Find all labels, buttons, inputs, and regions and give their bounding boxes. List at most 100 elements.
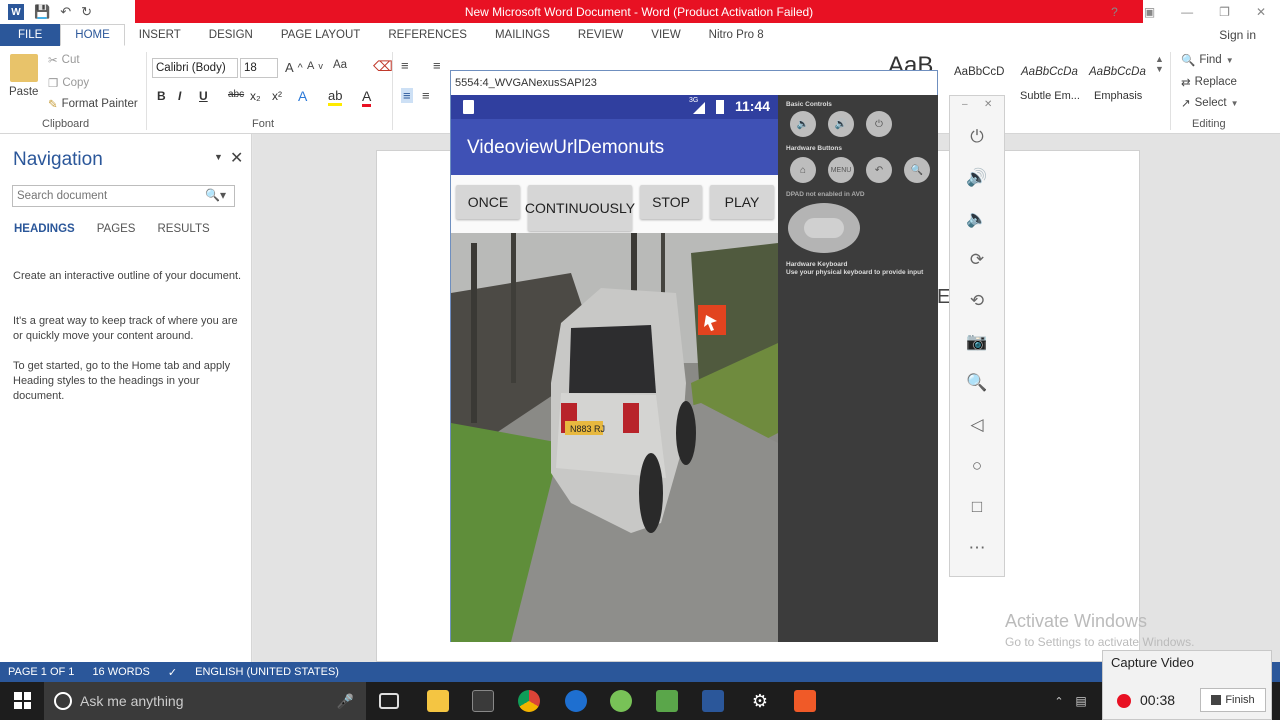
file-explorer-icon[interactable] bbox=[427, 690, 449, 712]
store-icon[interactable] bbox=[472, 690, 494, 712]
tab-design[interactable]: DESIGN bbox=[195, 24, 267, 46]
minimize-icon[interactable]: – bbox=[962, 99, 968, 110]
font-size-select[interactable]: 18 bbox=[240, 58, 278, 78]
android-studio-icon[interactable] bbox=[610, 690, 632, 712]
tab-home[interactable]: HOME bbox=[60, 24, 125, 46]
chrome-icon[interactable] bbox=[518, 690, 540, 712]
close-icon[interactable]: ✕ bbox=[1256, 5, 1266, 19]
close-icon[interactable]: ✕ bbox=[230, 148, 243, 168]
underline-button[interactable]: U bbox=[199, 89, 208, 103]
tab-file[interactable]: FILE bbox=[0, 24, 61, 46]
tab-headings[interactable]: HEADINGS bbox=[14, 223, 75, 235]
continuously-button[interactable]: CONTINUOUSLY bbox=[525, 185, 635, 231]
search-icon[interactable]: 🔍▾ bbox=[205, 188, 226, 202]
tab-insert[interactable]: INSERT bbox=[125, 24, 195, 46]
menu-button[interactable]: MENU bbox=[828, 157, 854, 183]
strikethrough-button[interactable]: abc bbox=[228, 89, 244, 100]
volume-down-icon[interactable]: 🔈 bbox=[790, 111, 816, 137]
copy-button[interactable]: ❐ Copy bbox=[48, 76, 89, 90]
clear-format-icon[interactable]: ⌫ bbox=[373, 58, 393, 75]
tab-nitro[interactable]: Nitro Pro 8 bbox=[695, 24, 778, 46]
volume-up-icon[interactable]: 🔊 bbox=[964, 165, 990, 191]
italic-button[interactable]: I bbox=[178, 89, 181, 103]
proofing-icon[interactable]: ✓ bbox=[168, 666, 177, 679]
cortana-search[interactable]: Ask me anything 🎤 bbox=[44, 682, 366, 720]
highlight-icon[interactable]: ab bbox=[328, 88, 343, 106]
video-view[interactable]: N883 RJ bbox=[451, 233, 778, 642]
font-name-select[interactable]: Calibri (Body) bbox=[152, 58, 238, 78]
undo-icon[interactable]: ↶ bbox=[60, 4, 71, 20]
word-taskbar-icon[interactable] bbox=[702, 690, 724, 712]
format-painter-button[interactable]: ✎ Format Painter bbox=[48, 97, 138, 111]
task-view-icon[interactable] bbox=[379, 693, 399, 709]
stop-button[interactable]: STOP bbox=[640, 185, 702, 219]
change-case-button[interactable]: Aa bbox=[333, 59, 347, 71]
redo-icon[interactable]: ↻ bbox=[81, 4, 92, 20]
power-icon[interactable]: ⏻ bbox=[866, 111, 892, 137]
select-button[interactable]: ↗ Select ▼ bbox=[1181, 96, 1239, 110]
search-input[interactable] bbox=[12, 185, 235, 207]
cut-button[interactable]: ✂ Cut bbox=[48, 53, 80, 67]
recorder-icon[interactable] bbox=[794, 690, 816, 712]
settings-icon[interactable]: ⚙ bbox=[749, 690, 771, 712]
chevron-down-icon[interactable]: ▼ bbox=[214, 152, 223, 162]
ribbon-display-icon[interactable]: ▣ bbox=[1144, 5, 1155, 19]
more-icon[interactable]: ⋯ bbox=[964, 535, 990, 561]
bold-button[interactable]: B bbox=[157, 89, 166, 103]
edge-icon[interactable] bbox=[565, 690, 587, 712]
play-button[interactable]: PLAY bbox=[710, 185, 774, 219]
bullets-icon[interactable]: ≡ bbox=[401, 58, 409, 73]
rotate-left-icon[interactable]: ⟳ bbox=[964, 247, 990, 273]
paste-icon[interactable] bbox=[10, 54, 38, 82]
paste-button[interactable]: Paste bbox=[9, 86, 38, 98]
tab-results[interactable]: RESULTS bbox=[157, 223, 209, 235]
tab-review[interactable]: REVIEW bbox=[564, 24, 637, 46]
style-preview-emphasis[interactable]: AaBbCcDa bbox=[1089, 66, 1146, 78]
align-center-icon[interactable]: ≡ bbox=[422, 88, 430, 103]
save-icon[interactable]: 💾 bbox=[34, 4, 50, 20]
windows-start-icon[interactable] bbox=[14, 692, 31, 709]
power-icon[interactable]: ⏻ bbox=[964, 124, 990, 150]
finish-button[interactable]: Finish bbox=[1200, 688, 1266, 712]
replace-button[interactable]: ⇄ Replace bbox=[1181, 75, 1237, 89]
tab-page-layout[interactable]: PAGE LAYOUT bbox=[267, 24, 374, 46]
back-icon[interactable]: ◁ bbox=[964, 412, 990, 438]
volume-down-icon[interactable]: 🔈 bbox=[964, 206, 990, 232]
tab-pages[interactable]: PAGES bbox=[97, 223, 136, 235]
superscript-button[interactable]: x² bbox=[272, 89, 282, 103]
home-icon[interactable]: ○ bbox=[964, 453, 990, 479]
close-icon[interactable]: ✕ bbox=[984, 99, 992, 110]
sign-in-link[interactable]: Sign in bbox=[1219, 24, 1256, 46]
find-button[interactable]: 🔍 Find ▼ bbox=[1181, 53, 1234, 67]
style-preview-subtle-emphasis[interactable]: AaBbCcDa bbox=[1021, 66, 1078, 78]
styles-more-icon[interactable]: ▲ ▼ bbox=[1155, 54, 1164, 74]
minimize-icon[interactable]: — bbox=[1181, 5, 1193, 19]
volume-up-icon[interactable]: 🔊 bbox=[828, 111, 854, 137]
once-button[interactable]: ONCE bbox=[456, 185, 520, 219]
restore-icon[interactable]: ❐ bbox=[1219, 5, 1230, 19]
grow-font-icon[interactable]: A ^ bbox=[285, 60, 303, 75]
search-icon[interactable]: 🔍 bbox=[904, 157, 930, 183]
subscript-button[interactable]: x₂ bbox=[250, 89, 261, 103]
tab-view[interactable]: VIEW bbox=[637, 24, 694, 46]
numbering-icon[interactable]: ≡ bbox=[433, 58, 441, 73]
tab-mailings[interactable]: MAILINGS bbox=[481, 24, 564, 46]
rotate-right-icon[interactable]: ⟲ bbox=[964, 288, 990, 314]
network-icon[interactable]: ▤ bbox=[1070, 690, 1092, 712]
style-preview-subtitle[interactable]: AaBbCcD bbox=[954, 66, 1005, 78]
help-icon[interactable]: ? bbox=[1111, 5, 1118, 19]
microphone-icon[interactable]: 🎤 bbox=[337, 693, 354, 710]
text-effects-icon[interactable]: A bbox=[298, 88, 307, 104]
page-count[interactable]: PAGE 1 OF 1 bbox=[8, 666, 74, 678]
chevron-up-icon[interactable]: ⌃ bbox=[1048, 690, 1070, 712]
font-color-icon[interactable]: A bbox=[362, 88, 372, 107]
camera-icon[interactable]: 📷 bbox=[964, 329, 990, 355]
tab-references[interactable]: REFERENCES bbox=[374, 24, 481, 46]
back-icon[interactable]: ↶ bbox=[866, 157, 892, 183]
language-indicator[interactable]: ENGLISH (UNITED STATES) bbox=[195, 666, 339, 678]
home-icon[interactable]: ⌂ bbox=[790, 157, 816, 183]
emulator-icon[interactable] bbox=[656, 690, 678, 712]
word-count[interactable]: 16 WORDS bbox=[92, 666, 149, 678]
zoom-icon[interactable]: 🔍 bbox=[964, 370, 990, 396]
overview-icon[interactable]: □ bbox=[964, 494, 990, 520]
